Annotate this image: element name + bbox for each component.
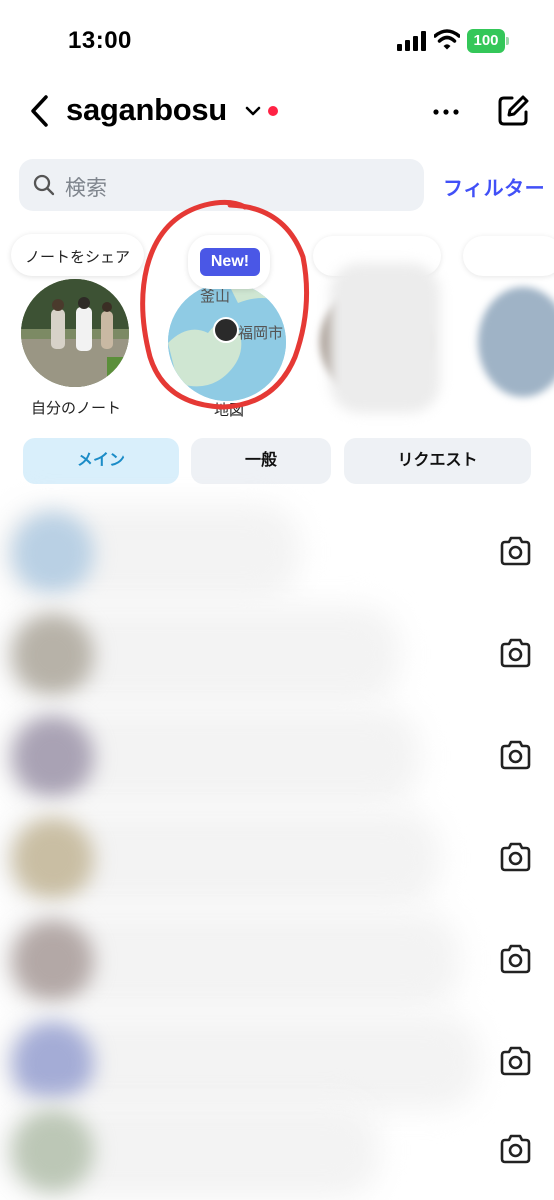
camera-icon[interactable] bbox=[499, 1134, 532, 1164]
signal-icon bbox=[397, 31, 426, 51]
filter-button[interactable]: フィルター bbox=[443, 172, 545, 201]
map-note-bubble[interactable]: New! bbox=[188, 235, 270, 289]
chevron-down-icon[interactable] bbox=[245, 106, 261, 116]
status-bar: 13:00 100 bbox=[0, 0, 554, 80]
location-pin-icon bbox=[213, 317, 239, 343]
thread-row[interactable] bbox=[0, 500, 554, 600]
tab-requests[interactable]: リクエスト bbox=[344, 438, 531, 484]
new-badge: New! bbox=[200, 248, 260, 276]
tab-general[interactable]: 一般 bbox=[191, 438, 331, 484]
own-avatar[interactable] bbox=[21, 279, 129, 387]
camera-icon[interactable] bbox=[499, 536, 532, 566]
share-note-bubble[interactable]: ノートをシェア bbox=[11, 234, 145, 276]
back-arrow-icon[interactable] bbox=[28, 94, 50, 128]
status-time: 13:00 bbox=[68, 27, 132, 54]
thread-row[interactable] bbox=[0, 704, 554, 804]
camera-icon[interactable] bbox=[499, 944, 532, 974]
camera-icon[interactable] bbox=[499, 842, 532, 872]
friend-avatar[interactable] bbox=[478, 287, 554, 397]
search-placeholder: 検索 bbox=[65, 177, 107, 200]
account-username[interactable]: saganbosu bbox=[66, 92, 227, 128]
battery-indicator: 100 bbox=[467, 29, 509, 53]
map-label-fukuoka: 福岡市 bbox=[238, 325, 284, 342]
thread-row[interactable] bbox=[0, 908, 554, 1008]
notification-dot bbox=[268, 106, 278, 116]
search-icon bbox=[33, 174, 55, 196]
more-options-icon[interactable] bbox=[432, 98, 460, 126]
camera-icon[interactable] bbox=[499, 638, 532, 668]
compose-icon[interactable] bbox=[497, 94, 530, 127]
camera-icon[interactable] bbox=[499, 1046, 532, 1076]
notes-row: ノートをシェア 自分のノート 釜山 福岡市 New! 地図 bbox=[0, 225, 554, 425]
wifi-icon bbox=[434, 29, 460, 50]
thread-row[interactable] bbox=[0, 1010, 554, 1110]
search-input[interactable]: 検索 bbox=[19, 159, 424, 211]
tab-main[interactable]: メイン bbox=[23, 438, 179, 484]
thread-row[interactable] bbox=[0, 1098, 554, 1198]
battery-level: 100 bbox=[467, 29, 505, 53]
map-note-caption: 地図 bbox=[214, 402, 245, 419]
own-note-caption: 自分のノート bbox=[31, 400, 122, 417]
thread-row[interactable] bbox=[0, 602, 554, 702]
obscured-area bbox=[330, 263, 440, 413]
friend-note-bubble[interactable] bbox=[463, 236, 554, 276]
thread-row[interactable] bbox=[0, 806, 554, 906]
camera-icon[interactable] bbox=[499, 740, 532, 770]
